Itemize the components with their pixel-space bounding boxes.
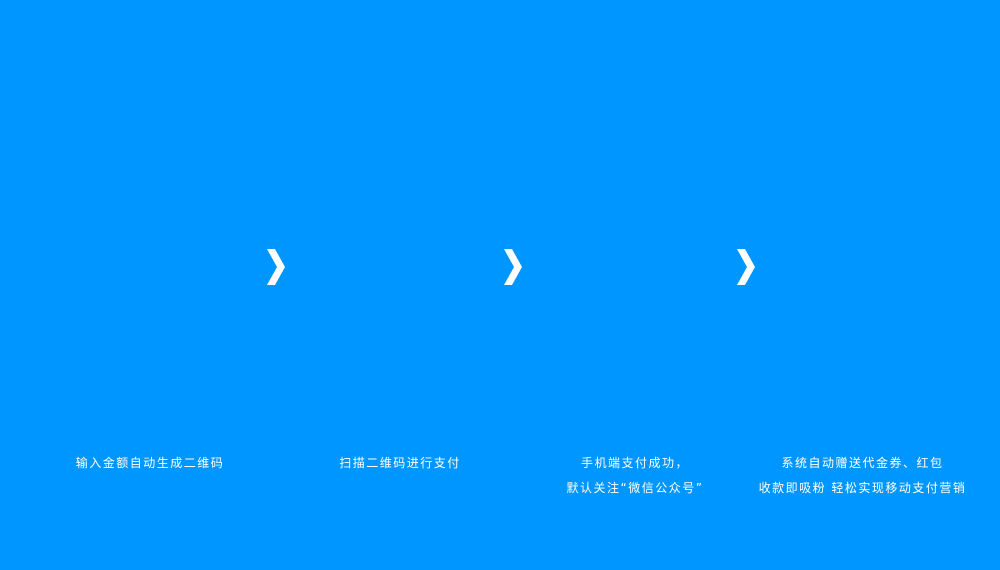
step-label: 默认关注“微信公众号” — [566, 481, 704, 495]
step-enter-amount: 输入金额自动生成二维码 — [50, 451, 250, 476]
payment-flow-banner: 输入金额自动生成二维码 扫描二维码进行支付 手机端支付成功， 默认关注“微信公众… — [0, 0, 1000, 570]
step-label: 扫描二维码进行支付 — [339, 456, 461, 470]
step-scan-qr: 扫描二维码进行支付 — [300, 451, 500, 476]
step-label: 收款即吸粉 轻松实现移动支付营销 — [758, 481, 967, 495]
step-label: 手机端支付成功， — [580, 456, 689, 470]
chevron-right-icon — [502, 247, 524, 287]
chevron-right-icon — [265, 247, 287, 287]
step-payment-success: 手机端支付成功， 默认关注“微信公众号” — [535, 451, 735, 501]
step-label: 系统自动赠送代金券、红包 — [781, 456, 944, 470]
step-marketing: 系统自动赠送代金券、红包 收款即吸粉 轻松实现移动支付营销 — [745, 451, 980, 501]
step-label: 输入金额自动生成二维码 — [75, 456, 225, 470]
chevron-right-icon — [735, 247, 757, 287]
